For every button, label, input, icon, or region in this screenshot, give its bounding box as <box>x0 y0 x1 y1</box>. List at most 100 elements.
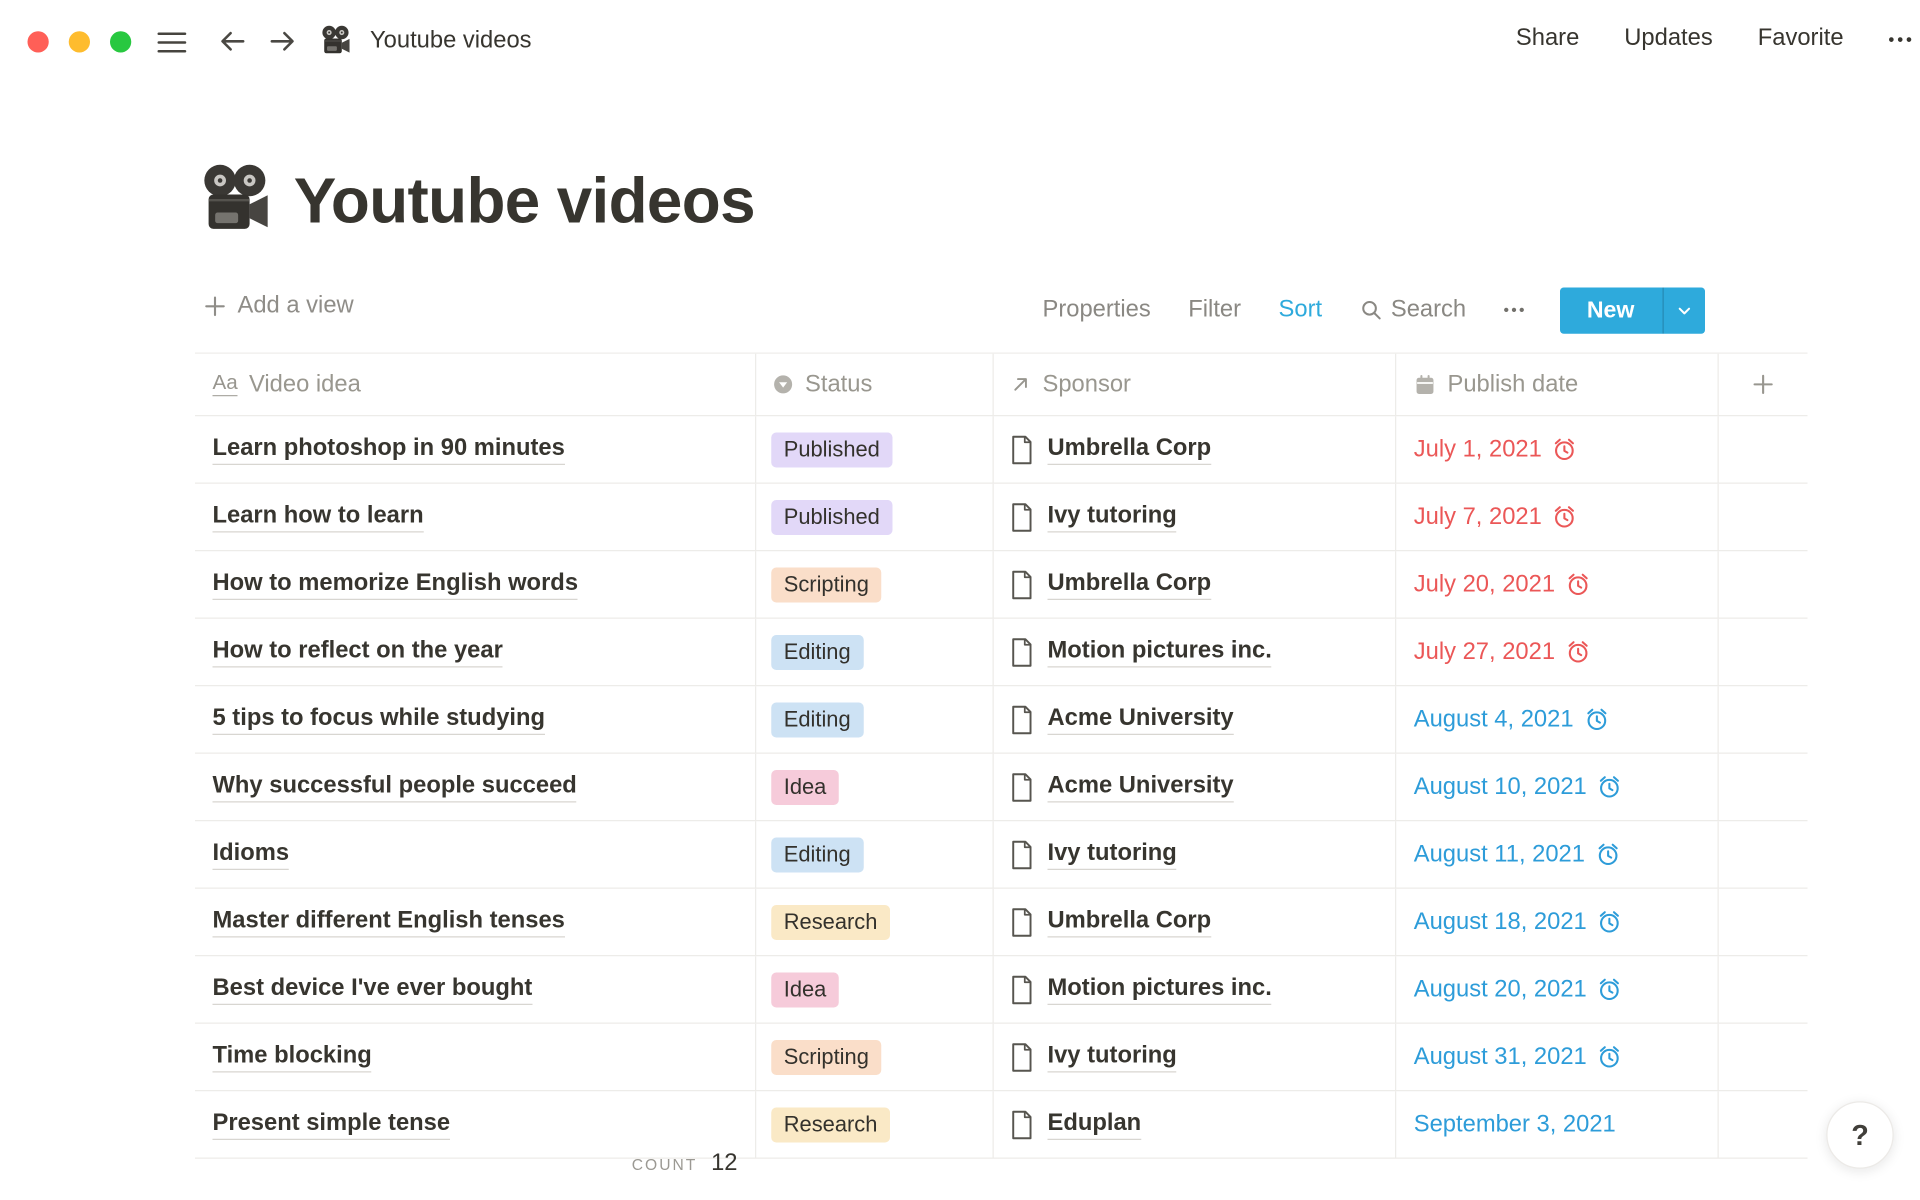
table-more-icon[interactable]: ••• <box>1504 301 1527 319</box>
page-link[interactable]: Time blocking <box>213 1041 372 1072</box>
add-view-button[interactable]: Add a view <box>204 293 354 321</box>
sponsor-cell[interactable]: Acme University <box>993 754 1396 820</box>
status-badge[interactable]: Idea <box>771 972 839 1007</box>
status-cell[interactable]: Idea <box>755 754 993 820</box>
sponsor-cell[interactable]: Umbrella Corp <box>993 889 1396 955</box>
video-idea-cell[interactable]: Why successful people succeed <box>195 754 755 820</box>
relation-link[interactable]: Umbrella Corp <box>1048 906 1212 937</box>
new-dropdown-button[interactable] <box>1663 287 1704 333</box>
status-badge[interactable]: Editing <box>771 702 863 737</box>
publish-date-cell[interactable]: August 18, 2021 <box>1395 889 1718 955</box>
sponsor-cell[interactable]: Umbrella Corp <box>993 416 1396 482</box>
more-options-icon[interactable]: ••• <box>1889 29 1915 48</box>
table-row[interactable]: Master different English tenses Research… <box>195 889 1808 957</box>
status-cell[interactable]: Research <box>755 889 993 955</box>
status-cell[interactable]: Research <box>755 1091 993 1157</box>
properties-button[interactable]: Properties <box>1043 296 1151 324</box>
forward-arrow-icon[interactable] <box>266 25 299 58</box>
table-row[interactable]: Learn how to learn Published Ivy tutorin… <box>195 484 1808 552</box>
share-button[interactable]: Share <box>1516 25 1579 53</box>
page-link[interactable]: Master different English tenses <box>213 906 565 937</box>
sponsor-cell[interactable]: Motion pictures inc. <box>993 956 1396 1022</box>
table-row[interactable]: Present simple tense Research Eduplan Se… <box>195 1091 1808 1159</box>
publish-date-cell[interactable]: August 20, 2021 <box>1395 956 1718 1022</box>
help-button[interactable]: ? <box>1826 1101 1894 1169</box>
status-cell[interactable]: Scripting <box>755 551 993 617</box>
status-badge[interactable]: Published <box>771 499 892 534</box>
status-badge[interactable]: Idea <box>771 769 839 804</box>
status-cell[interactable]: Idea <box>755 956 993 1022</box>
sponsor-cell[interactable]: Ivy tutoring <box>993 821 1396 887</box>
table-row[interactable]: Why successful people succeed Idea Acme … <box>195 754 1808 822</box>
table-row[interactable]: How to memorize English words Scripting … <box>195 551 1808 619</box>
relation-link[interactable]: Umbrella Corp <box>1048 434 1212 465</box>
status-cell[interactable]: Published <box>755 416 993 482</box>
updates-button[interactable]: Updates <box>1624 25 1712 53</box>
relation-link[interactable]: Eduplan <box>1048 1109 1142 1140</box>
video-idea-cell[interactable]: How to memorize English words <box>195 551 755 617</box>
publish-date-cell[interactable]: July 27, 2021 <box>1395 619 1718 685</box>
status-badge[interactable]: Scripting <box>771 1039 881 1074</box>
sponsor-cell[interactable]: Eduplan <box>993 1091 1396 1157</box>
column-header-publish-date[interactable]: Publish date <box>1395 354 1718 415</box>
sort-button[interactable]: Sort <box>1279 296 1323 324</box>
relation-link[interactable]: Acme University <box>1048 771 1234 802</box>
sponsor-cell[interactable]: Umbrella Corp <box>993 551 1396 617</box>
sponsor-cell[interactable]: Ivy tutoring <box>993 484 1396 550</box>
video-idea-cell[interactable]: Master different English tenses <box>195 889 755 955</box>
traffic-light-close[interactable] <box>28 31 49 52</box>
add-column-button[interactable] <box>1718 354 1808 415</box>
video-idea-cell[interactable]: Present simple tense <box>195 1091 755 1157</box>
video-idea-cell[interactable]: Idioms <box>195 821 755 887</box>
status-cell[interactable]: Editing <box>755 686 993 752</box>
status-badge[interactable]: Research <box>771 1107 890 1142</box>
count-footer[interactable]: COUNT 12 <box>195 1150 738 1178</box>
status-cell[interactable]: Editing <box>755 821 993 887</box>
video-idea-cell[interactable]: Learn how to learn <box>195 484 755 550</box>
publish-date-cell[interactable]: August 31, 2021 <box>1395 1024 1718 1090</box>
table-row[interactable]: Time blocking Scripting Ivy tutoring Aug… <box>195 1024 1808 1092</box>
sponsor-cell[interactable]: Ivy tutoring <box>993 1024 1396 1090</box>
traffic-light-zoom[interactable] <box>110 31 131 52</box>
relation-link[interactable]: Motion pictures inc. <box>1048 636 1272 667</box>
filter-button[interactable]: Filter <box>1188 296 1241 324</box>
table-row[interactable]: 5 tips to focus while studying Editing A… <box>195 686 1808 754</box>
page-title[interactable]: Youtube videos <box>294 164 755 238</box>
status-badge[interactable]: Published <box>771 432 892 467</box>
search-button[interactable]: Search <box>1360 296 1467 324</box>
status-badge[interactable]: Editing <box>771 634 863 669</box>
page-icon-movie-camera[interactable] <box>199 160 278 239</box>
page-link[interactable]: Present simple tense <box>213 1109 451 1140</box>
status-cell[interactable]: Published <box>755 484 993 550</box>
status-cell[interactable]: Scripting <box>755 1024 993 1090</box>
page-link[interactable]: 5 tips to focus while studying <box>213 704 546 735</box>
column-header-video-idea[interactable]: Aa Video idea <box>195 354 755 415</box>
table-row[interactable]: Learn photoshop in 90 minutes Published … <box>195 416 1808 484</box>
page-link[interactable]: Idioms <box>213 839 290 870</box>
publish-date-cell[interactable]: July 7, 2021 <box>1395 484 1718 550</box>
relation-link[interactable]: Acme University <box>1048 704 1234 735</box>
video-idea-cell[interactable]: Best device I've ever bought <box>195 956 755 1022</box>
table-row[interactable]: Best device I've ever bought Idea Motion… <box>195 956 1808 1024</box>
table-row[interactable]: How to reflect on the year Editing Motio… <box>195 619 1808 687</box>
video-idea-cell[interactable]: 5 tips to focus while studying <box>195 686 755 752</box>
status-badge[interactable]: Research <box>771 904 890 939</box>
publish-date-cell[interactable]: September 3, 2021 <box>1395 1091 1718 1157</box>
video-idea-cell[interactable]: Time blocking <box>195 1024 755 1090</box>
relation-link[interactable]: Ivy tutoring <box>1048 839 1177 870</box>
publish-date-cell[interactable]: August 4, 2021 <box>1395 686 1718 752</box>
video-idea-cell[interactable]: How to reflect on the year <box>195 619 755 685</box>
relation-link[interactable]: Umbrella Corp <box>1048 569 1212 600</box>
new-button[interactable]: New <box>1559 287 1704 333</box>
page-link[interactable]: Best device I've ever bought <box>213 974 533 1005</box>
sidebar-menu-icon[interactable] <box>158 33 187 53</box>
back-arrow-icon[interactable] <box>216 25 249 58</box>
page-link[interactable]: Learn how to learn <box>213 501 424 532</box>
relation-link[interactable]: Ivy tutoring <box>1048 1041 1177 1072</box>
relation-link[interactable]: Ivy tutoring <box>1048 501 1177 532</box>
publish-date-cell[interactable]: August 10, 2021 <box>1395 754 1718 820</box>
traffic-light-minimize[interactable] <box>69 31 90 52</box>
table-row[interactable]: Idioms Editing Ivy tutoring August 11, 2… <box>195 821 1808 889</box>
page-link[interactable]: How to memorize English words <box>213 569 579 600</box>
publish-date-cell[interactable]: July 1, 2021 <box>1395 416 1718 482</box>
